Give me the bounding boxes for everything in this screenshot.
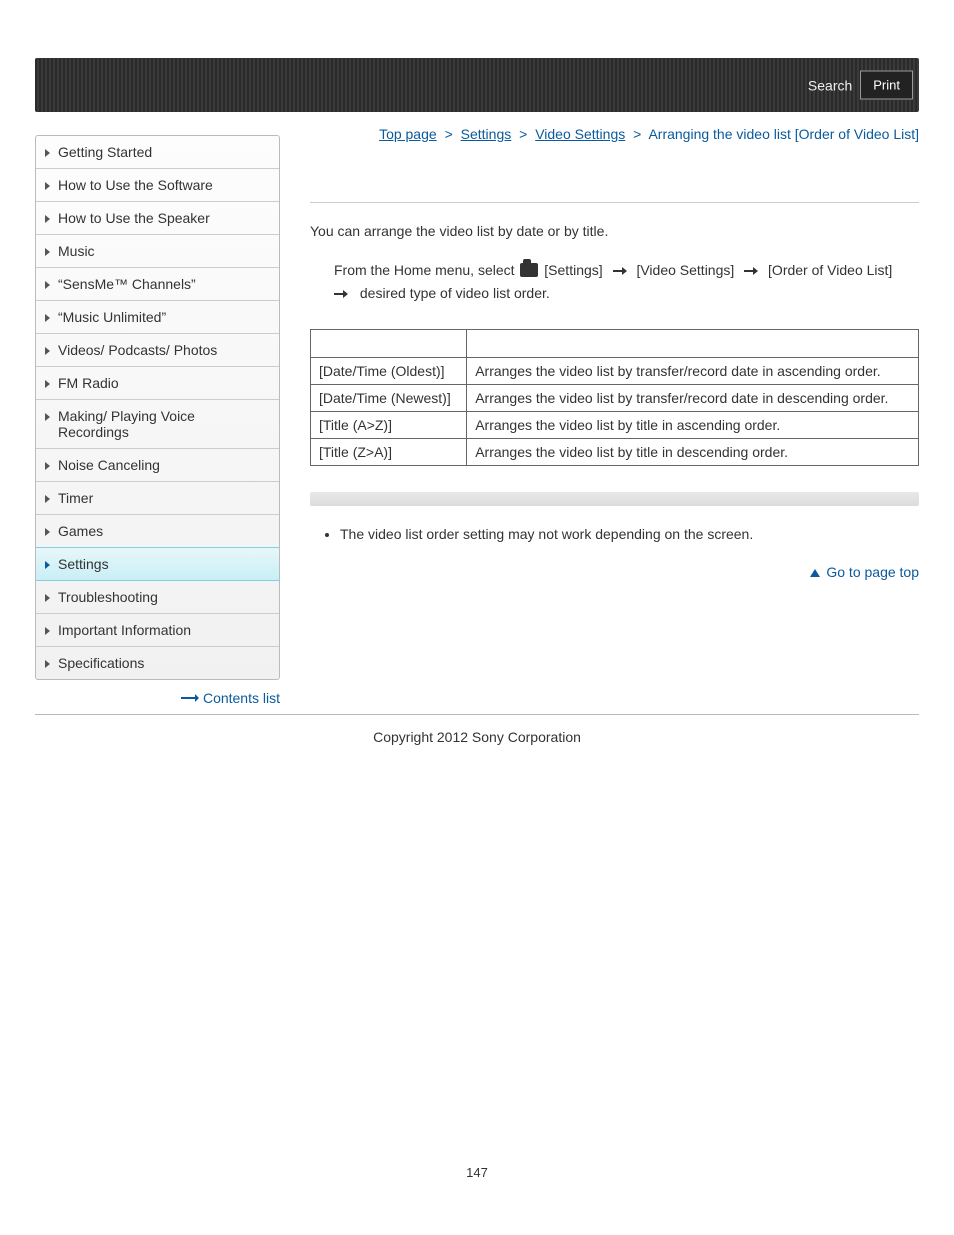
sidebar-item-fm-radio[interactable]: FM Radio xyxy=(36,367,279,400)
settings-toolbox-icon xyxy=(520,263,538,277)
options-table: [Date/Time (Oldest)] Arranges the video … xyxy=(310,329,919,466)
intro-text: You can arrange the video list by date o… xyxy=(310,221,919,242)
search-link[interactable]: Search xyxy=(808,77,852,93)
breadcrumb-settings[interactable]: Settings xyxy=(461,126,512,142)
copyright-text: Copyright 2012 Sony Corporation xyxy=(35,729,919,745)
sidebar-item-troubleshooting[interactable]: Troubleshooting xyxy=(36,581,279,614)
sidebar-item-getting-started[interactable]: Getting Started xyxy=(36,136,279,169)
arrow-right-icon xyxy=(181,693,199,703)
table-row: [Title (Z>A)] Arranges the video list by… xyxy=(311,439,919,466)
sidebar-item-noise-canceling[interactable]: Noise Canceling xyxy=(36,449,279,482)
table-cell-option: [Date/Time (Newest)] xyxy=(311,385,467,412)
table-cell-desc: Arranges the video list by title in asce… xyxy=(467,412,919,439)
instruction-line: From the Home menu, select [Settings] [V… xyxy=(334,258,919,283)
sidebar-item-how-to-use-software[interactable]: How to Use the Software xyxy=(36,169,279,202)
footer-divider xyxy=(35,714,919,715)
table-cell-option: [Title (Z>A)] xyxy=(311,439,467,466)
breadcrumb: Top page > Settings > Video Settings > A… xyxy=(310,126,919,142)
section-divider xyxy=(310,202,919,203)
table-row: [Date/Time (Newest)] Arranges the video … xyxy=(311,385,919,412)
sidebar-item-specifications[interactable]: Specifications xyxy=(36,647,279,679)
contents-list-link[interactable]: Contents list xyxy=(203,690,280,706)
table-cell-desc: Arranges the video list by title in desc… xyxy=(467,439,919,466)
step-suffix: desired type of video list order. xyxy=(360,285,550,301)
header-bar: Search Print xyxy=(35,58,919,112)
table-header xyxy=(311,330,467,358)
note-heading-bar xyxy=(310,492,919,506)
note-list: The video list order setting may not wor… xyxy=(340,526,919,542)
step-settings: [Settings] xyxy=(544,262,602,278)
sidebar-item-how-to-use-speaker[interactable]: How to Use the Speaker xyxy=(36,202,279,235)
go-to-top-wrap: Go to page top xyxy=(310,564,919,580)
breadcrumb-sep: > xyxy=(633,126,641,142)
step-video: [Video Settings] xyxy=(636,262,734,278)
go-to-top-link[interactable]: Go to page top xyxy=(826,564,919,580)
contents-list-link-wrap: Contents list xyxy=(35,690,280,706)
sidebar-item-games[interactable]: Games xyxy=(36,515,279,548)
table-row: [Date/Time (Oldest)] Arranges the video … xyxy=(311,358,919,385)
breadcrumb-top[interactable]: Top page xyxy=(379,126,437,142)
sidebar-item-music[interactable]: Music xyxy=(36,235,279,268)
table-cell-option: [Title (A>Z)] xyxy=(311,412,467,439)
table-cell-option: [Date/Time (Oldest)] xyxy=(311,358,467,385)
sidebar-item-videos-podcasts-photos[interactable]: Videos/ Podcasts/ Photos xyxy=(36,334,279,367)
arrow-right-icon xyxy=(744,266,758,276)
sidebar-item-timer[interactable]: Timer xyxy=(36,482,279,515)
sidebar-item-sensme[interactable]: “SensMe™ Channels” xyxy=(36,268,279,301)
page-number: 147 xyxy=(35,1165,919,1210)
sidebar-item-voice-recordings[interactable]: Making/ Playing Voice Recordings xyxy=(36,400,279,449)
table-header xyxy=(467,330,919,358)
note-item: The video list order setting may not wor… xyxy=(340,526,919,542)
print-button[interactable]: Print xyxy=(860,71,913,100)
table-row: [Title (A>Z)] Arranges the video list by… xyxy=(311,412,919,439)
step-prefix: From the Home menu, select xyxy=(334,262,515,278)
table-cell-desc: Arranges the video list by transfer/reco… xyxy=(467,358,919,385)
sidebar-item-music-unlimited[interactable]: “Music Unlimited” xyxy=(36,301,279,334)
breadcrumb-video-settings[interactable]: Video Settings xyxy=(535,126,625,142)
breadcrumb-sep: > xyxy=(519,126,527,142)
sidebar-item-settings[interactable]: Settings xyxy=(36,547,279,581)
sidebar-item-important-information[interactable]: Important Information xyxy=(36,614,279,647)
arrow-right-icon xyxy=(334,289,348,299)
instruction-subline: desired type of video list order. xyxy=(334,285,919,301)
table-cell-desc: Arranges the video list by transfer/reco… xyxy=(467,385,919,412)
triangle-up-icon xyxy=(810,569,820,577)
step-order: [Order of Video List] xyxy=(768,262,892,278)
breadcrumb-current: Arranging the video list [Order of Video… xyxy=(648,126,919,142)
sidebar-nav: Getting Started How to Use the Software … xyxy=(35,135,280,680)
breadcrumb-sep: > xyxy=(445,126,453,142)
arrow-right-icon xyxy=(613,266,627,276)
